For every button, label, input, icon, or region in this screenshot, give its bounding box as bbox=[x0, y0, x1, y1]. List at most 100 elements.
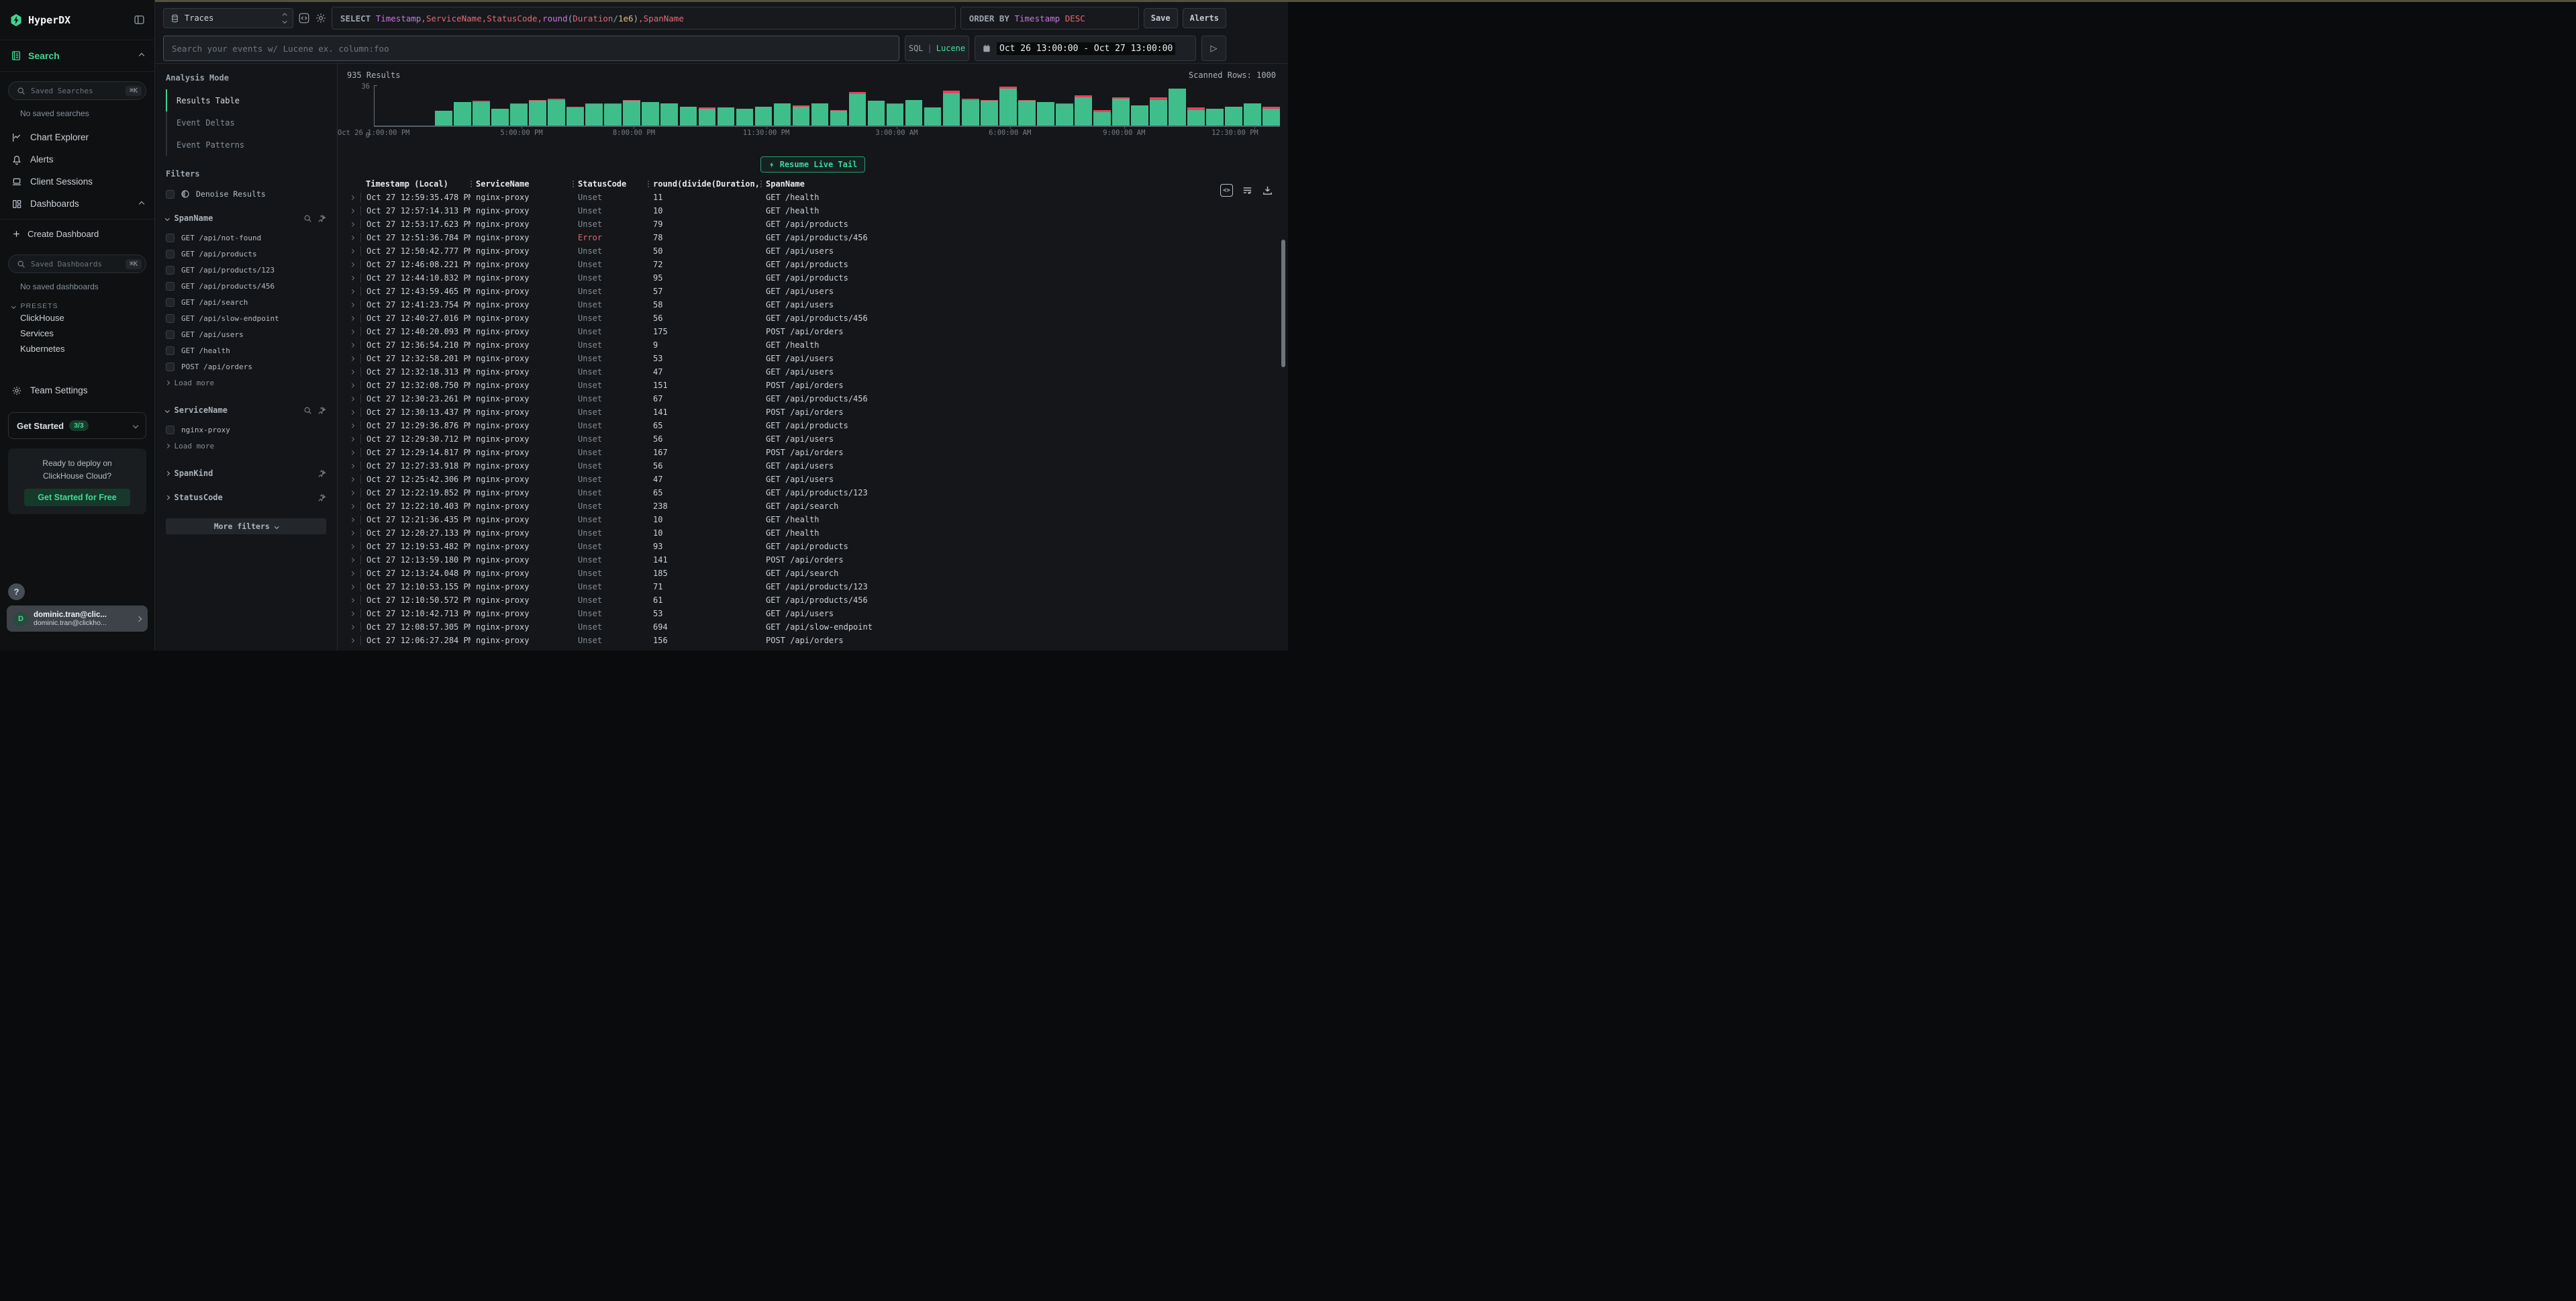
chart-bar[interactable] bbox=[566, 85, 584, 126]
row-expand-chevron-icon[interactable] bbox=[343, 438, 360, 441]
checkbox[interactable] bbox=[166, 266, 175, 275]
load-more-spanname[interactable]: Load more bbox=[166, 375, 326, 391]
checkbox[interactable] bbox=[166, 330, 175, 339]
row-expand-chevron-icon[interactable] bbox=[343, 532, 360, 535]
sidebar-item-search[interactable]: Search bbox=[0, 40, 154, 72]
row-expand-chevron-icon[interactable] bbox=[343, 639, 360, 642]
table-row[interactable]: Oct 27 12:32:18.313 PMnginx-proxyUnset47… bbox=[338, 365, 1288, 379]
table-row[interactable]: Oct 27 12:30:23.261 PMnginx-proxyUnset67… bbox=[338, 392, 1288, 405]
search-input[interactable] bbox=[163, 36, 899, 61]
chart-bar[interactable] bbox=[924, 85, 942, 126]
row-expand-chevron-icon[interactable] bbox=[343, 518, 360, 522]
sidebar-item-team-settings[interactable]: Team Settings bbox=[0, 379, 154, 401]
sidebar-item-alerts[interactable]: Alerts bbox=[0, 148, 154, 171]
checkbox[interactable] bbox=[166, 314, 175, 323]
user-menu[interactable]: D dominic.tran@clic... dominic.tran@clic… bbox=[7, 606, 148, 632]
chart-bar[interactable] bbox=[1244, 85, 1261, 126]
checkbox[interactable] bbox=[166, 190, 175, 199]
chart-bar[interactable] bbox=[680, 85, 697, 126]
row-expand-chevron-icon[interactable] bbox=[343, 585, 360, 589]
row-expand-chevron-icon[interactable] bbox=[343, 209, 360, 213]
orderby-editor[interactable]: ORDER BY Timestamp DESC bbox=[960, 7, 1139, 30]
row-expand-chevron-icon[interactable] bbox=[343, 491, 360, 495]
table-row[interactable]: Oct 27 12:32:08.750 PMnginx-proxyUnset15… bbox=[338, 379, 1288, 392]
filter-option[interactable]: GET /api/not-found bbox=[166, 230, 326, 246]
chart-bar[interactable] bbox=[1187, 85, 1205, 126]
filter-option[interactable]: GET /health bbox=[166, 342, 326, 358]
chart-bar[interactable] bbox=[943, 85, 960, 126]
pin-icon[interactable] bbox=[317, 493, 326, 502]
chart-bar[interactable] bbox=[849, 85, 866, 126]
chart-bar[interactable] bbox=[1075, 85, 1092, 126]
sidebar-item-client-sessions[interactable]: Client Sessions bbox=[0, 171, 154, 193]
load-more-servicename[interactable]: Load more bbox=[166, 438, 326, 454]
row-expand-chevron-icon[interactable] bbox=[343, 317, 360, 320]
row-expand-chevron-icon[interactable] bbox=[343, 626, 360, 629]
sidebar-collapse-icon[interactable] bbox=[134, 14, 145, 26]
table-row[interactable]: Oct 27 12:27:33.918 PMnginx-proxyUnset56… bbox=[338, 459, 1288, 473]
analysis-mode-option[interactable]: Event Patterns bbox=[166, 134, 326, 156]
row-expand-chevron-icon[interactable] bbox=[343, 263, 360, 267]
row-expand-chevron-icon[interactable] bbox=[343, 290, 360, 293]
row-expand-chevron-icon[interactable] bbox=[343, 384, 360, 387]
more-filters-button[interactable]: More filters bbox=[166, 518, 326, 534]
row-expand-chevron-icon[interactable] bbox=[343, 465, 360, 468]
get-started-toggle[interactable]: Get Started 3/3 bbox=[8, 412, 146, 439]
column-header-timestamp[interactable]: Timestamp (Local) bbox=[360, 179, 470, 189]
row-expand-chevron-icon[interactable] bbox=[343, 277, 360, 280]
table-row[interactable]: Oct 27 12:10:50.572 PMnginx-proxyUnset61… bbox=[338, 593, 1288, 607]
preset-item-clickhouse[interactable]: ClickHouse bbox=[0, 310, 154, 326]
chart-bar[interactable] bbox=[491, 85, 509, 126]
checkbox[interactable] bbox=[166, 250, 175, 258]
filter-option[interactable]: GET /api/products bbox=[166, 246, 326, 262]
chart-bar[interactable] bbox=[811, 85, 829, 126]
row-expand-chevron-icon[interactable] bbox=[343, 411, 360, 414]
table-row[interactable]: Oct 27 12:08:57.305 PMnginx-proxyUnset69… bbox=[338, 620, 1288, 634]
chart-bar[interactable] bbox=[1093, 85, 1111, 126]
saved-dashboards-input[interactable]: Saved Dashboards ⌘K bbox=[8, 254, 146, 273]
chart-bar[interactable] bbox=[962, 85, 979, 126]
pin-icon[interactable] bbox=[317, 214, 326, 223]
table-row[interactable]: Oct 27 12:59:35.478 PMnginx-proxyUnset11… bbox=[338, 191, 1288, 204]
chart-bar[interactable] bbox=[548, 85, 565, 126]
table-row[interactable]: Oct 27 12:36:54.210 PMnginx-proxyUnset9G… bbox=[338, 338, 1288, 352]
chart-bar[interactable] bbox=[1056, 85, 1073, 126]
vertical-scrollbar[interactable] bbox=[1281, 232, 1285, 649]
table-row[interactable]: Oct 27 12:57:14.313 PMnginx-proxyUnset10… bbox=[338, 204, 1288, 218]
chart-bar[interactable] bbox=[755, 85, 773, 126]
row-expand-chevron-icon[interactable] bbox=[343, 424, 360, 428]
row-expand-chevron-icon[interactable] bbox=[343, 250, 360, 253]
sidebar-item-dashboards[interactable]: Dashboards bbox=[0, 193, 154, 215]
row-expand-chevron-icon[interactable] bbox=[343, 505, 360, 508]
chart-bar[interactable] bbox=[454, 85, 471, 126]
row-expand-chevron-icon[interactable] bbox=[343, 612, 360, 616]
help-button[interactable]: ? bbox=[8, 583, 25, 600]
table-row[interactable]: Oct 27 12:53:17.623 PMnginx-proxyUnset79… bbox=[338, 218, 1288, 231]
table-row[interactable]: Oct 27 12:40:27.016 PMnginx-proxyUnset56… bbox=[338, 311, 1288, 325]
table-row[interactable]: Oct 27 12:51:36.784 PMnginx-proxyError78… bbox=[338, 231, 1288, 244]
sidebar-item-chart-explorer[interactable]: Chart Explorer bbox=[0, 126, 154, 148]
chart-bar[interactable] bbox=[1112, 85, 1130, 126]
chart-bar[interactable] bbox=[1225, 85, 1242, 126]
row-expand-chevron-icon[interactable] bbox=[343, 545, 360, 548]
chart-bar[interactable] bbox=[397, 85, 415, 126]
checkbox[interactable] bbox=[166, 426, 175, 434]
chart-bar[interactable] bbox=[604, 85, 622, 126]
chart-bar[interactable] bbox=[717, 85, 735, 126]
column-header-statuscode[interactable]: StatusCode bbox=[573, 179, 648, 189]
table-row[interactable]: Oct 27 12:20:27.133 PMnginx-proxyUnset10… bbox=[338, 526, 1288, 540]
table-row[interactable]: Oct 27 12:19:53.482 PMnginx-proxyUnset93… bbox=[338, 540, 1288, 553]
chart-bar[interactable] bbox=[699, 85, 716, 126]
row-expand-chevron-icon[interactable] bbox=[343, 330, 360, 334]
filter-group-servicename[interactable]: ServiceName bbox=[166, 405, 326, 415]
chart-bar[interactable] bbox=[999, 85, 1017, 126]
checkbox[interactable] bbox=[166, 346, 175, 355]
chart-bar[interactable] bbox=[642, 85, 659, 126]
chart-bar[interactable] bbox=[887, 85, 904, 126]
table-row[interactable]: Oct 27 12:44:10.832 PMnginx-proxyUnset95… bbox=[338, 271, 1288, 285]
row-expand-chevron-icon[interactable] bbox=[343, 371, 360, 374]
preset-item-services[interactable]: Services bbox=[0, 326, 154, 341]
chart-bar[interactable] bbox=[774, 85, 791, 126]
chart-bar[interactable] bbox=[623, 85, 640, 126]
row-expand-chevron-icon[interactable] bbox=[343, 236, 360, 240]
